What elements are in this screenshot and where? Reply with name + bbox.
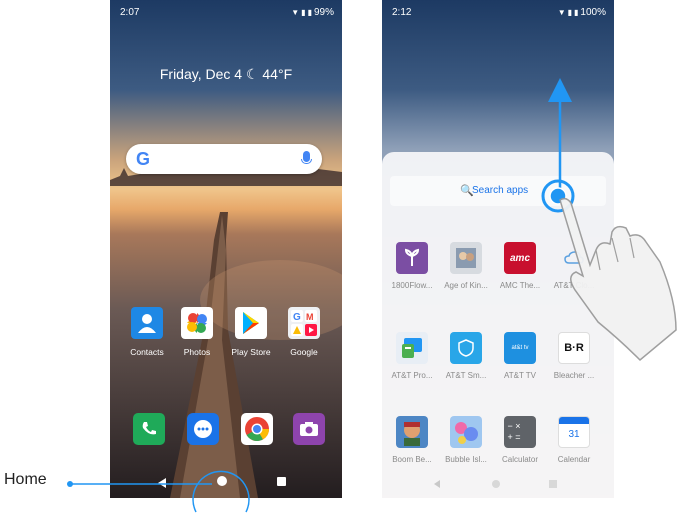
swipe-up-arrow-head: [548, 78, 572, 102]
annotation-overlay: [67, 78, 677, 513]
home-callout-dot: [67, 481, 73, 487]
home-button-highlight-circle: [192, 470, 250, 513]
hand-gesture-icon: [559, 197, 677, 362]
home-callout-label: Home: [4, 471, 47, 488]
